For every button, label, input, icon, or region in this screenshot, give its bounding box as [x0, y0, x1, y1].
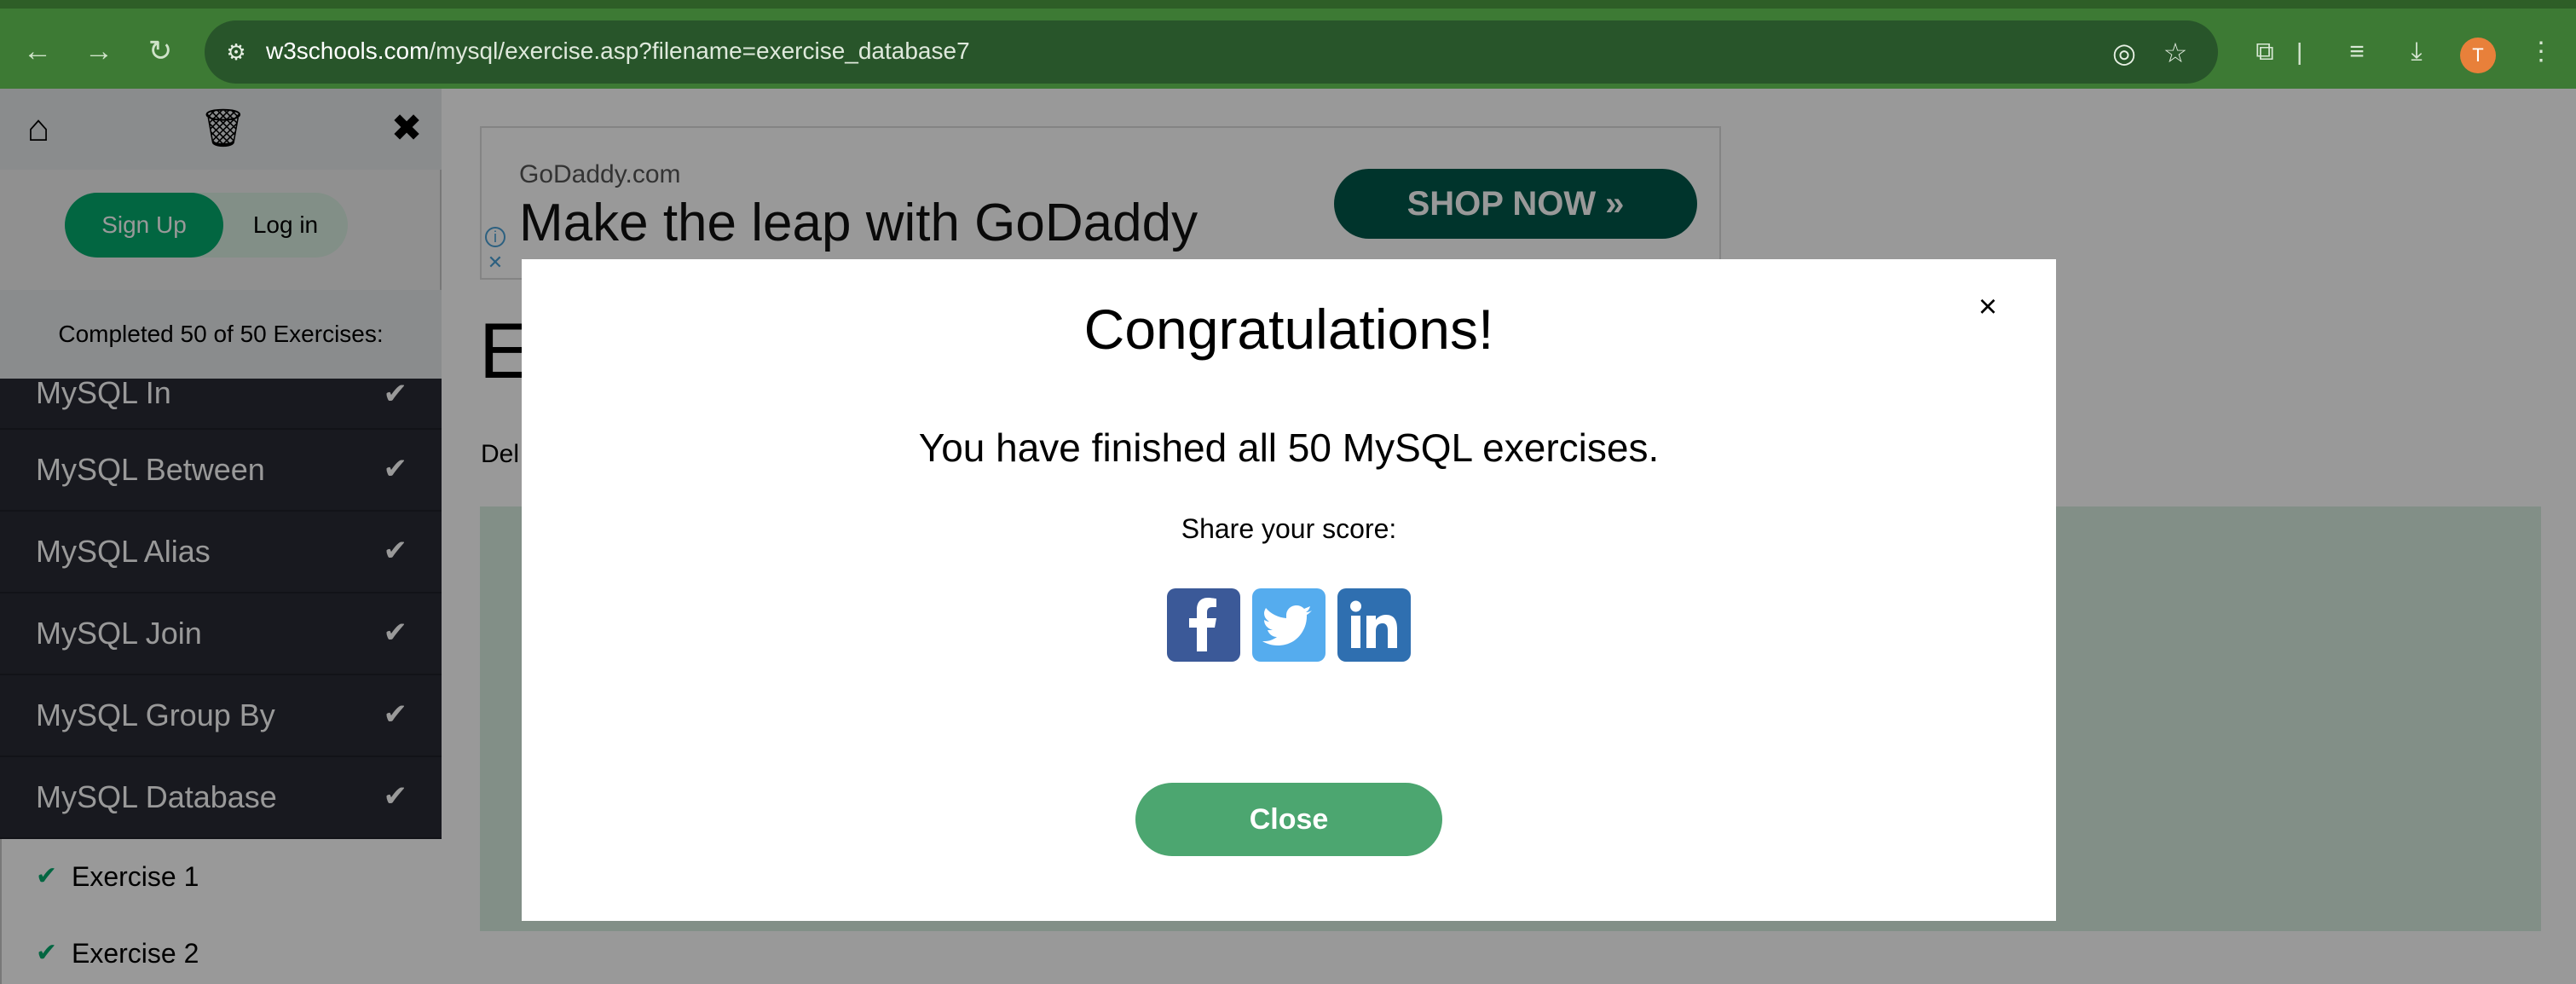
- toolbar-divider: |: [2296, 38, 2303, 65]
- close-button[interactable]: Close: [1135, 783, 1442, 856]
- more-menu-icon[interactable]: ⋮: [2523, 34, 2559, 70]
- linkedin-share-button[interactable]: [1337, 588, 1411, 662]
- forward-arrow-icon[interactable]: →: [82, 34, 116, 68]
- twitter-icon: [1262, 605, 1312, 645]
- modal-title: Congratulations!: [1083, 298, 1494, 361]
- facebook-share-button[interactable]: [1167, 588, 1240, 662]
- share-label: Share your score:: [1181, 513, 1397, 544]
- reload-icon[interactable]: ↻: [143, 34, 177, 68]
- facebook-icon: [1189, 598, 1216, 651]
- back-arrow-icon[interactable]: ←: [20, 34, 55, 68]
- profile-avatar[interactable]: T: [2460, 38, 2496, 73]
- star-icon[interactable]: ☆: [2158, 36, 2192, 70]
- eye-off-icon[interactable]: ◎: [2107, 36, 2141, 70]
- twitter-share-button[interactable]: [1252, 588, 1326, 662]
- download-icon[interactable]: ⤓: [2399, 34, 2434, 70]
- modal-message: You have finished all 50 MySQL exercises…: [918, 425, 1660, 470]
- congratulations-modal: × Congratulations! You have finished all…: [522, 259, 2056, 921]
- linkedin-icon: [1350, 600, 1397, 648]
- site-info-icon[interactable]: ⚙: [222, 38, 251, 67]
- reading-list-icon[interactable]: ≡: [2339, 34, 2375, 70]
- browser-toolbar: ← → ↻ ⚙ w3schools.com/mysql/exercise.asp…: [0, 0, 2576, 89]
- url-text[interactable]: w3schools.com/mysql/exercise.asp?filenam…: [266, 38, 970, 65]
- address-bar[interactable]: ⚙ w3schools.com/mysql/exercise.asp?filen…: [205, 20, 2218, 84]
- extensions-icon[interactable]: ⧉: [2247, 34, 2283, 70]
